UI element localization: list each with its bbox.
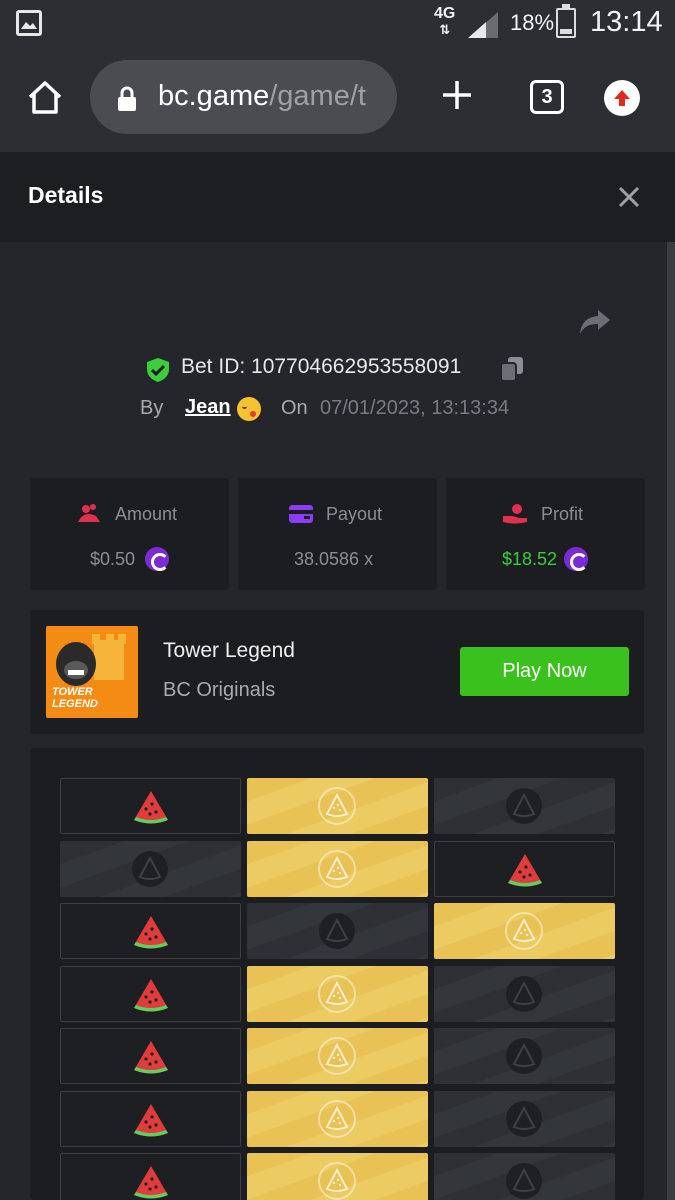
watermelon-outline-icon	[504, 1099, 544, 1139]
tower-board	[30, 748, 644, 1200]
payout-value: 38.0586 x	[294, 549, 374, 569]
wallet-icon	[289, 505, 313, 523]
watermelon-icon	[131, 787, 171, 827]
bet-meta-row: By Jean On 07/01/2023, 13:13:34	[0, 394, 675, 424]
hand-coin-icon	[503, 504, 527, 524]
copy-icon[interactable]	[500, 356, 524, 382]
watermelon-icon	[131, 1162, 171, 1200]
bet-date: 07/01/2023, 13:13:34	[320, 397, 510, 419]
tower-cell	[247, 1028, 428, 1084]
browser-toolbar: bc.game/game/t 3	[0, 48, 675, 152]
thumbnail-text: TOWER LEGEND	[52, 686, 98, 710]
details-header: Details	[0, 152, 675, 242]
profit-card: Profit $18.52	[446, 478, 645, 590]
arrow-up-icon	[614, 90, 630, 106]
watermelon-outline-icon	[504, 786, 544, 826]
tower-cell	[247, 841, 428, 897]
new-tab-icon[interactable]	[440, 78, 474, 112]
game-thumbnail[interactable]: TOWER LEGEND	[46, 626, 138, 718]
tower-cell	[247, 778, 428, 834]
network-indicator: 4G ⇅	[434, 5, 456, 38]
tower-cell	[60, 966, 241, 1022]
tower-cell	[60, 841, 241, 897]
page-title: Details	[28, 182, 104, 208]
watermelon-outline-icon	[317, 974, 357, 1014]
coins-icon	[78, 504, 100, 522]
shield-check-icon	[147, 358, 169, 382]
kiss-emoji-icon	[237, 397, 261, 421]
tower-cell	[434, 1028, 615, 1084]
game-card: TOWER LEGEND Tower Legend BC Originals Pl…	[30, 610, 644, 734]
tower-cell	[434, 966, 615, 1022]
tower-cell	[434, 903, 615, 959]
watermelon-outline-icon	[317, 1036, 357, 1076]
image-notification-icon	[16, 10, 42, 36]
game-name: Tower Legend	[163, 639, 295, 662]
tower-cell	[60, 903, 241, 959]
watermelon-icon	[505, 850, 545, 890]
watermelon-icon	[131, 1037, 171, 1077]
on-label: On	[281, 397, 308, 419]
by-label: By	[140, 397, 164, 419]
tower-cell	[434, 1091, 615, 1147]
payout-card: Payout 38.0586 x	[238, 478, 437, 590]
watermelon-outline-icon	[317, 1161, 357, 1200]
watermelon-outline-icon	[504, 974, 544, 1014]
lock-icon	[118, 86, 136, 111]
tower-cell	[247, 1153, 428, 1200]
profit-value: $18.52	[502, 549, 558, 569]
tower-cell	[247, 903, 428, 959]
bet-id-row: Bet ID: 107704662953558091	[0, 352, 675, 384]
amount-label: Amount	[115, 504, 178, 524]
user-link[interactable]: Jean	[185, 396, 231, 419]
payout-label: Payout	[326, 504, 383, 524]
amount-card: Amount $0.50	[30, 478, 229, 590]
address-bar[interactable]: bc.game/game/t	[90, 60, 397, 134]
play-now-button[interactable]: Play Now	[460, 647, 629, 696]
watermelon-outline-icon	[317, 911, 357, 951]
share-icon[interactable]	[578, 306, 612, 336]
tower-cell	[247, 1091, 428, 1147]
tower-cell	[60, 1153, 241, 1200]
tab-switcher-button[interactable]: 3	[530, 80, 564, 114]
update-button[interactable]	[604, 80, 640, 116]
tower-cell	[434, 841, 615, 897]
watermelon-outline-icon	[504, 911, 544, 951]
bc-coin-icon	[145, 547, 169, 571]
profit-label: Profit	[541, 504, 584, 524]
battery-percent: 18%	[510, 10, 555, 35]
tower-cell	[434, 778, 615, 834]
watermelon-outline-icon	[130, 849, 170, 889]
status-bar: 4G ⇅ 18% 13:14	[0, 0, 675, 48]
watermelon-outline-icon	[504, 1161, 544, 1200]
home-icon[interactable]	[26, 78, 64, 116]
watermelon-outline-icon	[317, 1099, 357, 1139]
bc-coin-icon	[564, 547, 588, 571]
watermelon-icon	[131, 975, 171, 1015]
bet-id: Bet ID: 107704662953558091	[181, 355, 462, 378]
battery-icon	[556, 4, 576, 38]
watermelon-icon	[131, 912, 171, 952]
amount-value: $0.50	[90, 549, 136, 569]
close-icon[interactable]	[616, 184, 642, 210]
watermelon-outline-icon	[317, 849, 357, 889]
game-provider: BC Originals	[163, 679, 276, 701]
tower-cell	[434, 1153, 615, 1200]
signal-icon	[468, 12, 498, 38]
tower-cell	[60, 778, 241, 834]
tower-cell	[60, 1091, 241, 1147]
tower-cell	[247, 966, 428, 1022]
watermelon-outline-icon	[317, 786, 357, 826]
watermelon-icon	[131, 1100, 171, 1140]
tower-cell	[60, 1028, 241, 1084]
clock: 13:14	[590, 6, 663, 38]
watermelon-outline-icon	[504, 1036, 544, 1076]
scrollbar[interactable]	[667, 242, 675, 1200]
url-text: bc.game/game/t	[158, 80, 366, 112]
